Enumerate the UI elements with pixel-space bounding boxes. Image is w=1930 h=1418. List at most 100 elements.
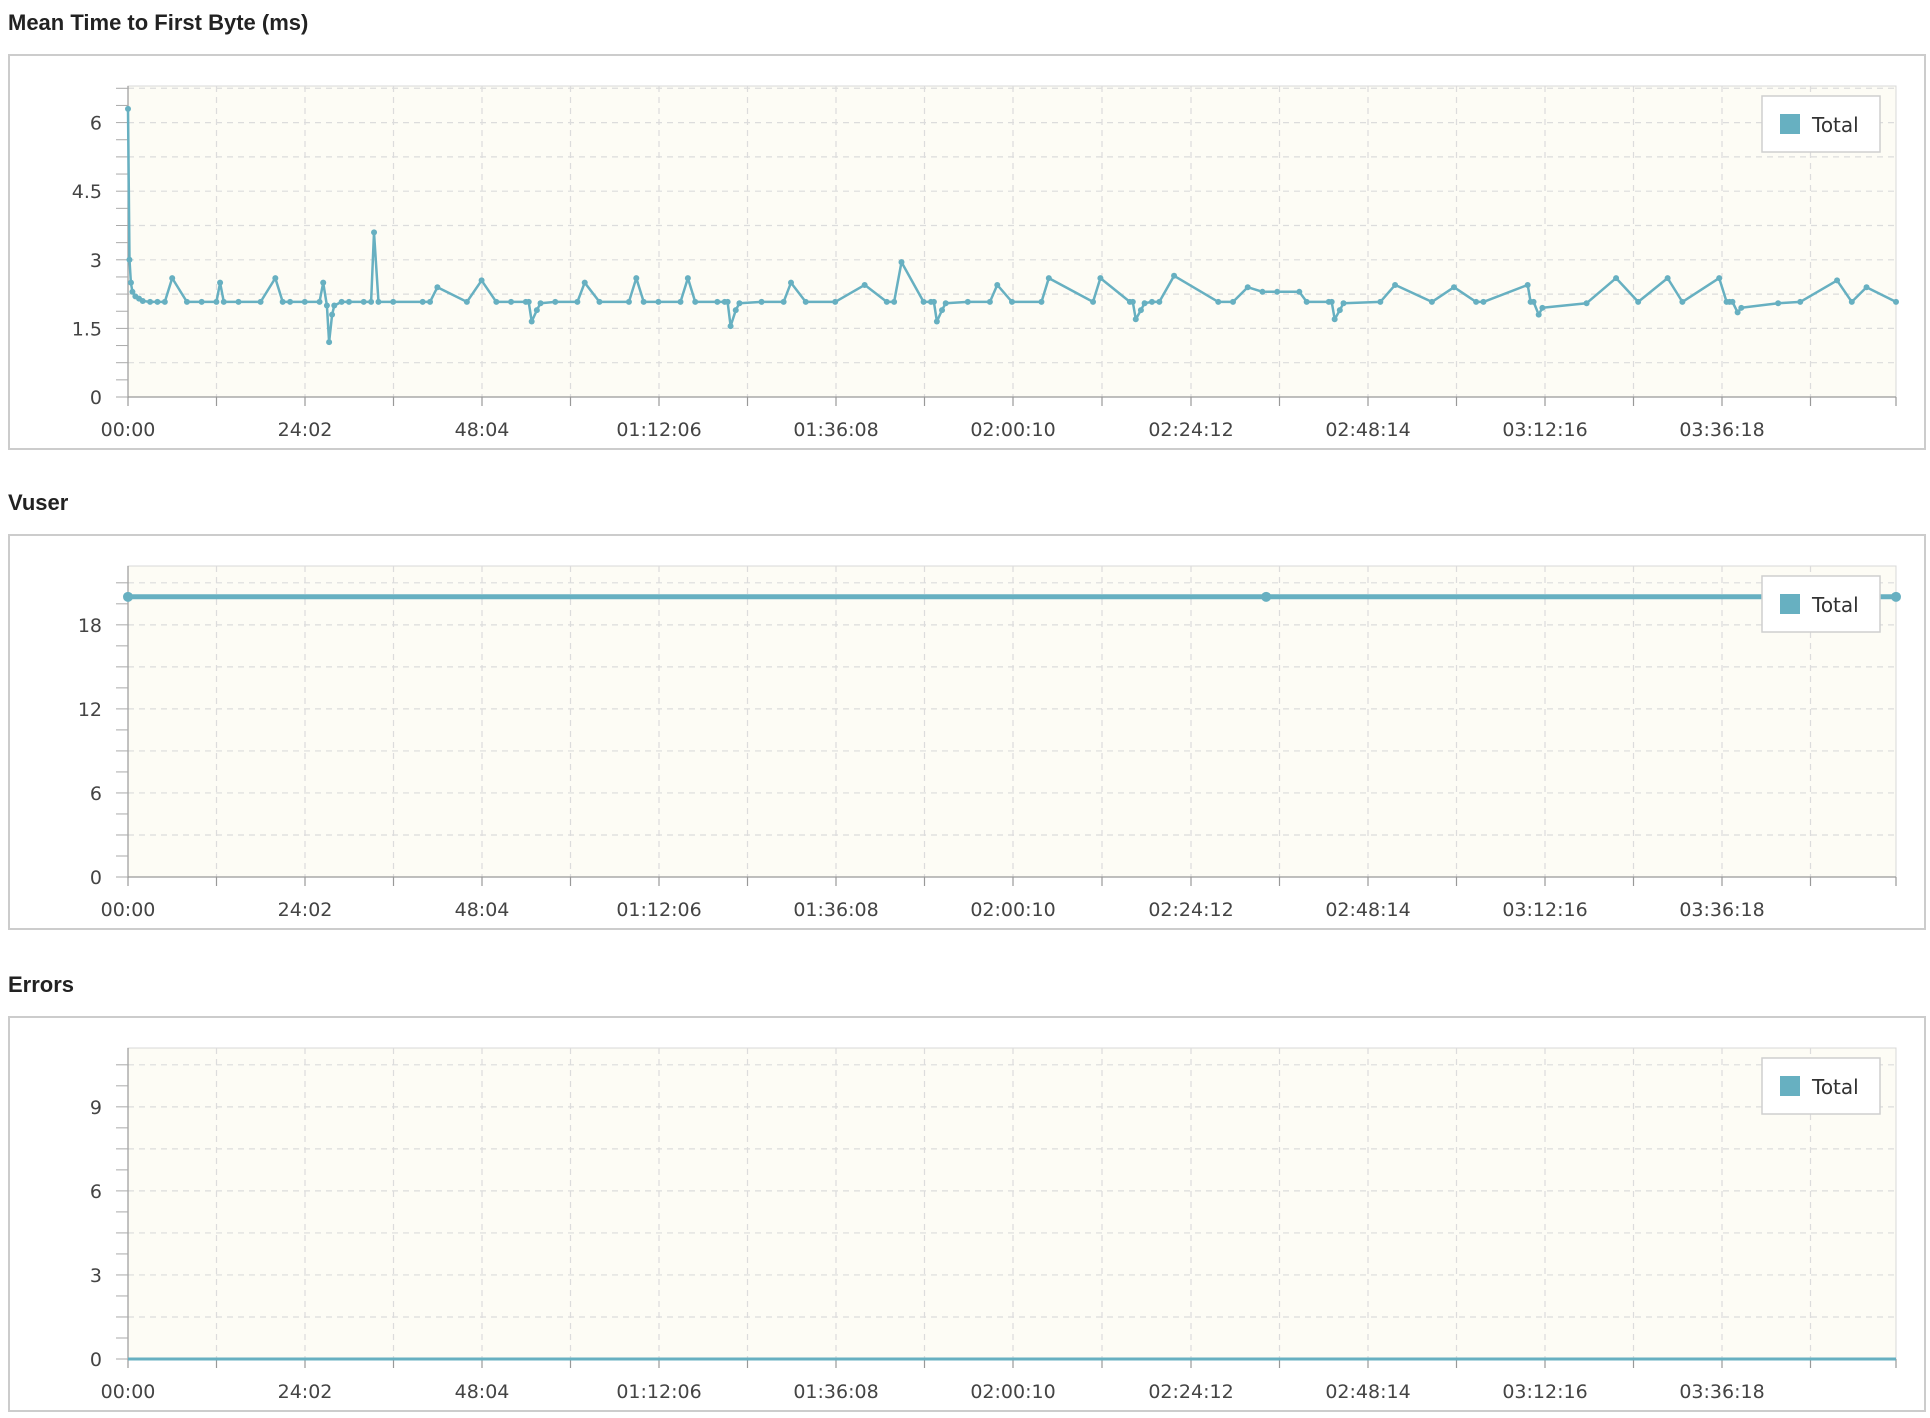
- data-point: [832, 298, 839, 305]
- data-point: [780, 298, 787, 305]
- data-point: [213, 298, 220, 305]
- y-tick-label: 6: [90, 113, 102, 135]
- legend-swatch: [1780, 114, 1800, 134]
- data-point: [1530, 298, 1537, 305]
- data-point: [1215, 298, 1222, 305]
- data-point: [1097, 275, 1104, 282]
- data-point: [1392, 281, 1399, 288]
- data-point: [419, 298, 426, 305]
- data-point: [1328, 298, 1335, 305]
- chart-panel: 0 3 6 9 00:00 24:02 48:04 01:12:06 01:36:08 02:00…: [8, 1016, 1926, 1412]
- data-point: [1303, 298, 1310, 305]
- x-tick-label: 24:02: [278, 419, 333, 441]
- legend: Total: [1761, 1057, 1881, 1115]
- x-tick-label: 01:12:06: [616, 419, 701, 441]
- x-tick-label: 02:24:12: [1148, 1381, 1233, 1403]
- x-tick-label: 02:24:12: [1148, 899, 1233, 921]
- data-point: [463, 298, 470, 305]
- data-point: [596, 298, 603, 305]
- data-point: [1171, 272, 1178, 279]
- data-point: [235, 298, 242, 305]
- legend-label: Total: [1811, 593, 1859, 617]
- data-point: [625, 298, 632, 305]
- x-tick-label: 24:02: [278, 899, 333, 921]
- data-point: [346, 298, 352, 305]
- data-point: [1340, 300, 1347, 307]
- data-point: [326, 339, 333, 346]
- data-point: [1090, 298, 1097, 305]
- data-point: [1539, 304, 1546, 311]
- data-point: [1775, 300, 1782, 307]
- x-tick-label: 00:00: [101, 899, 156, 921]
- x-tick-label: 01:12:06: [616, 899, 701, 921]
- data-point: [1635, 298, 1642, 305]
- y-tick-label: 0: [90, 387, 102, 409]
- data-point: [1664, 275, 1671, 282]
- data-point: [139, 297, 146, 304]
- y-tick-label: 6: [90, 1181, 102, 1203]
- data-point: [736, 300, 743, 307]
- x-tick-label: 02:00:10: [970, 419, 1055, 441]
- data-point: [633, 275, 640, 282]
- data-point: [640, 298, 647, 305]
- legend-label: Total: [1811, 1075, 1859, 1099]
- data-point: [1738, 304, 1745, 311]
- y-tick-label: 4.5: [72, 181, 102, 203]
- data-point: [220, 298, 227, 305]
- data-point: [368, 298, 375, 305]
- data-point: [552, 298, 559, 305]
- y-tick-label: 3: [90, 250, 102, 272]
- data-point: [920, 298, 927, 305]
- data-point: [684, 275, 691, 282]
- data-point: [1473, 298, 1480, 305]
- data-point: [257, 298, 264, 305]
- x-tick-label: 02:48:14: [1325, 419, 1410, 441]
- data-point: [183, 298, 190, 305]
- x-tick-label: 03:36:18: [1679, 899, 1764, 921]
- data-point: [434, 284, 441, 291]
- chart-title: Vuser: [8, 490, 69, 515]
- data-point: [861, 281, 868, 288]
- data-point: [933, 318, 940, 325]
- data-point: [1679, 298, 1686, 305]
- data-point: [1148, 298, 1155, 305]
- x-tick-label: 01:12:06: [616, 1381, 701, 1403]
- data-point: [508, 298, 515, 305]
- data-point: [1797, 298, 1804, 305]
- chart-title: Mean Time to First Byte (ms): [8, 10, 309, 35]
- data-point: [677, 298, 684, 305]
- data-point: [390, 298, 397, 305]
- y-tick-label: 3: [90, 1265, 102, 1287]
- data-point: [732, 307, 739, 314]
- data-point: [126, 256, 133, 263]
- data-point: [942, 300, 949, 307]
- data-point: [287, 298, 294, 305]
- data-point: [1156, 298, 1163, 305]
- data-point: [581, 279, 588, 286]
- y-tick-label: 0: [90, 867, 102, 889]
- data-point: [692, 298, 699, 305]
- data-point: [338, 298, 345, 305]
- x-tick-label: 01:36:08: [793, 1381, 878, 1403]
- x-tick-label: 03:36:18: [1679, 419, 1764, 441]
- data-point: [1729, 298, 1736, 305]
- data-point: [1045, 275, 1052, 282]
- data-point: [1259, 288, 1266, 295]
- data-point: [788, 279, 794, 286]
- data-point: [154, 298, 161, 305]
- x-tick-label: 02:24:12: [1148, 419, 1233, 441]
- data-point: [994, 281, 1001, 288]
- y-tick-label: 6: [90, 783, 102, 805]
- x-tick-label: 03:12:16: [1502, 899, 1587, 921]
- data-point: [1129, 298, 1136, 305]
- y-tick-label: 1.5: [72, 318, 102, 340]
- legend-swatch: [1780, 594, 1800, 614]
- data-point: [1230, 298, 1236, 305]
- data-point: [528, 318, 535, 325]
- data-point: [655, 298, 662, 305]
- data-point: [323, 302, 330, 309]
- data-point: [1535, 311, 1542, 318]
- data-point: [1009, 298, 1015, 305]
- data-point: [1716, 275, 1723, 282]
- x-tick-label: 48:04: [455, 899, 510, 921]
